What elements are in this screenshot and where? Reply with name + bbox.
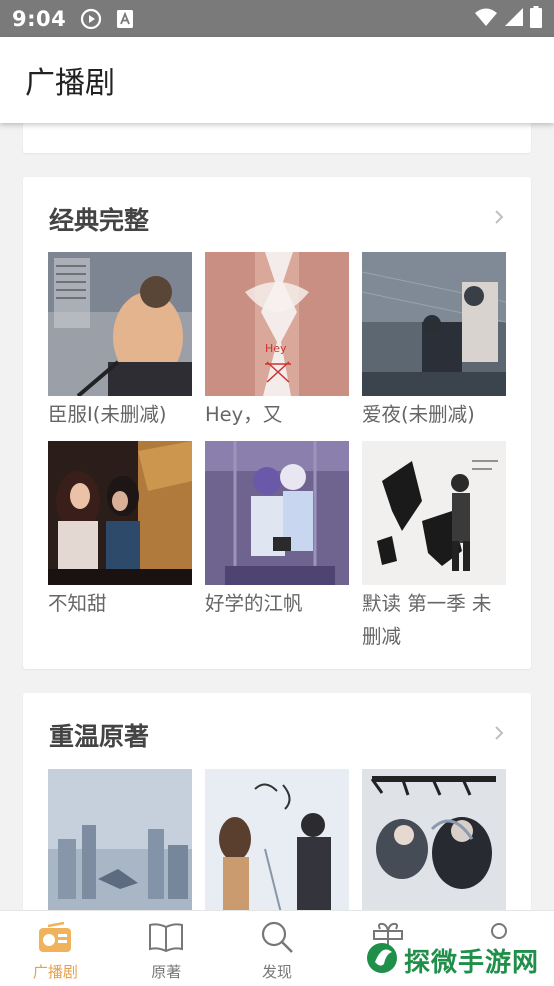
signal-icon [504,7,524,31]
item-title: 好学的江帆 [205,592,303,615]
section-title: 重温原著 [49,722,150,751]
drama-item[interactable]: 好学的江帆 [205,441,349,620]
status-time: 9:04 [12,6,67,31]
item-title: 默读 第一季 未删减 [362,592,492,648]
section-header[interactable]: 重温原著 [49,718,505,752]
nav-item-radio-drama[interactable]: 广播剧 [0,911,111,986]
chevron-right-icon[interactable] [493,723,505,748]
cover-image [48,769,192,913]
item-title: Hey，又 [205,403,283,426]
section-header[interactable]: 经典完整 [49,202,505,236]
cover-image: Hey [205,252,349,396]
cover-image [48,441,192,585]
item-title: 爱夜(未删减) [362,403,475,426]
battery-icon [530,5,542,32]
drama-item[interactable] [205,769,349,913]
cover-image [362,769,506,913]
drama-item[interactable] [48,769,192,913]
cover-image [362,252,506,396]
drama-item[interactable]: 臣服I(未删减) [48,252,192,431]
play-circle-icon [80,8,102,30]
search-icon [260,921,294,957]
item-title: 不知甜 [48,592,107,615]
drama-item[interactable]: Hey Hey，又 [205,252,349,431]
chevron-right-icon[interactable] [493,207,505,232]
cover-image [205,441,349,585]
cover-image [205,769,349,913]
item-title: 臣服I(未删减) [48,403,167,426]
drama-item[interactable] [362,769,506,913]
page-title: 广播剧 [25,66,115,101]
status-bar: 9:04 [0,0,554,37]
watermark-text: 探微手游网 [404,947,540,978]
svg-text:Hey: Hey [265,342,287,355]
cover-image [362,441,506,585]
section-title: 经典完整 [49,206,150,235]
watermark-logo-icon [366,942,398,978]
drama-item[interactable]: 不知甜 [48,441,192,620]
drama-item[interactable]: 默读 第一季 未删减 [362,441,506,653]
cover-image [48,252,192,396]
nav-label: 原著 [151,963,182,981]
section-classic: 经典完整 臣服I(未删减) Hey Hey，又 爱夜(未删减) 不知甜 好学的江… [23,177,531,669]
wifi-icon [474,7,498,31]
drama-item[interactable]: 爱夜(未删减) [362,252,506,431]
radio-icon [38,921,72,957]
nav-label: 广播剧 [32,963,78,981]
watermark: 探微手游网 [366,937,539,983]
nav-item-discover[interactable]: 发现 [222,911,333,986]
translate-icon [116,9,134,29]
book-icon [148,921,184,957]
nav-item-original[interactable]: 原著 [111,911,222,986]
nav-label: 发现 [261,963,292,981]
app-bar: 广播剧 [0,37,554,123]
